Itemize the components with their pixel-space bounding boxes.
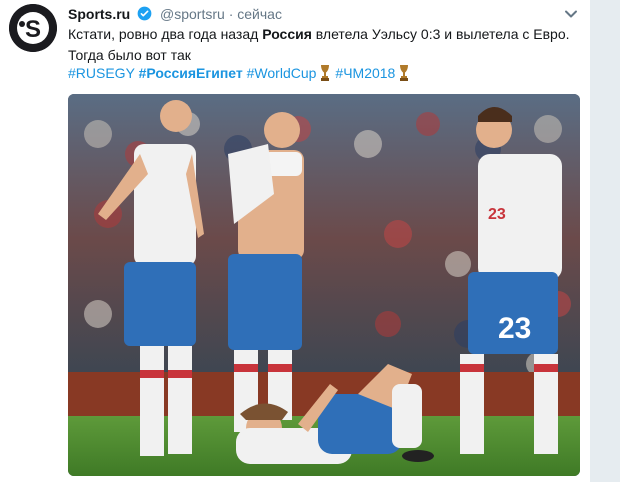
hashtag-rusegy[interactable]: #RUSEGY (68, 65, 135, 81)
hashtag-rossiya-egipet[interactable]: #РоссияЕгипет (139, 65, 243, 81)
account-name[interactable]: Sports.ru (68, 6, 130, 22)
header-separator: · (228, 6, 234, 22)
tweet-text-part1: Кстати, ровно два года назад (68, 26, 263, 42)
tweet-text-bold: Россия (262, 26, 312, 42)
avatar-letter: S (25, 16, 41, 43)
tweet-photo[interactable]: 23 23 (68, 94, 580, 476)
tweet-text-part2: влетела Уэльсу 0:3 и вылетела с Евро. (311, 26, 570, 42)
verified-badge-icon (137, 6, 152, 21)
account-handle[interactable]: @sportsru (160, 6, 225, 22)
hashtag-chm2018[interactable]: #ЧМ2018 (335, 65, 395, 81)
tweet-timestamp[interactable]: сейчас (237, 6, 282, 22)
hashtag-worldcup[interactable]: #WorldCup (247, 65, 317, 81)
worldcup-trophy-icon (400, 65, 409, 81)
sportsru-logo-icon: S (9, 4, 57, 52)
jersey-number-shorts: 23 (498, 312, 531, 345)
timeline-scroll-gutter (590, 0, 620, 482)
chevron-down-icon[interactable] (563, 6, 579, 22)
tweet-text: Кстати, ровно два года назад Россия влет… (68, 24, 593, 66)
account-avatar[interactable]: S (9, 4, 57, 52)
hashtag-line: #RUSEGY #РоссияЕгипет #WorldCup #ЧМ2018 (68, 64, 414, 82)
jersey-number-shirt: 23 (488, 206, 506, 223)
tweet-header: Sports.ru @sportsru · сейчас (68, 5, 282, 23)
football-players-photo-icon: 23 23 (68, 94, 580, 476)
worldcup-trophy-icon (321, 65, 330, 81)
tweet-text-line2: Тогда было вот так (68, 47, 191, 63)
